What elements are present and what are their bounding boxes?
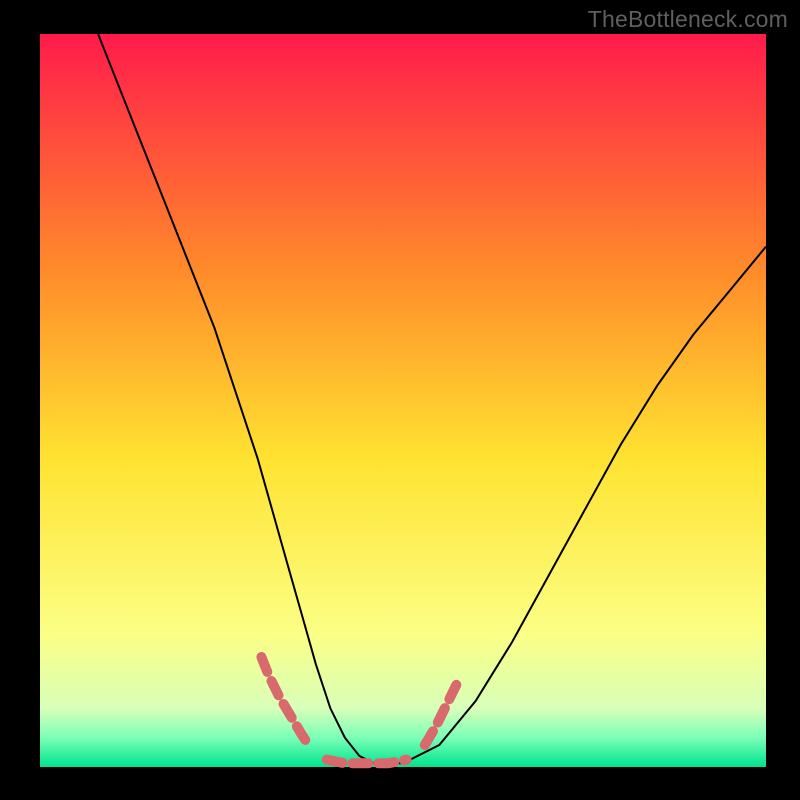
bottleneck-chart	[0, 0, 800, 800]
highlight-bottom	[327, 760, 407, 764]
chart-stage: TheBottleneck.com	[0, 0, 800, 800]
gradient-background	[40, 34, 766, 767]
watermark-text: TheBottleneck.com	[588, 6, 788, 33]
